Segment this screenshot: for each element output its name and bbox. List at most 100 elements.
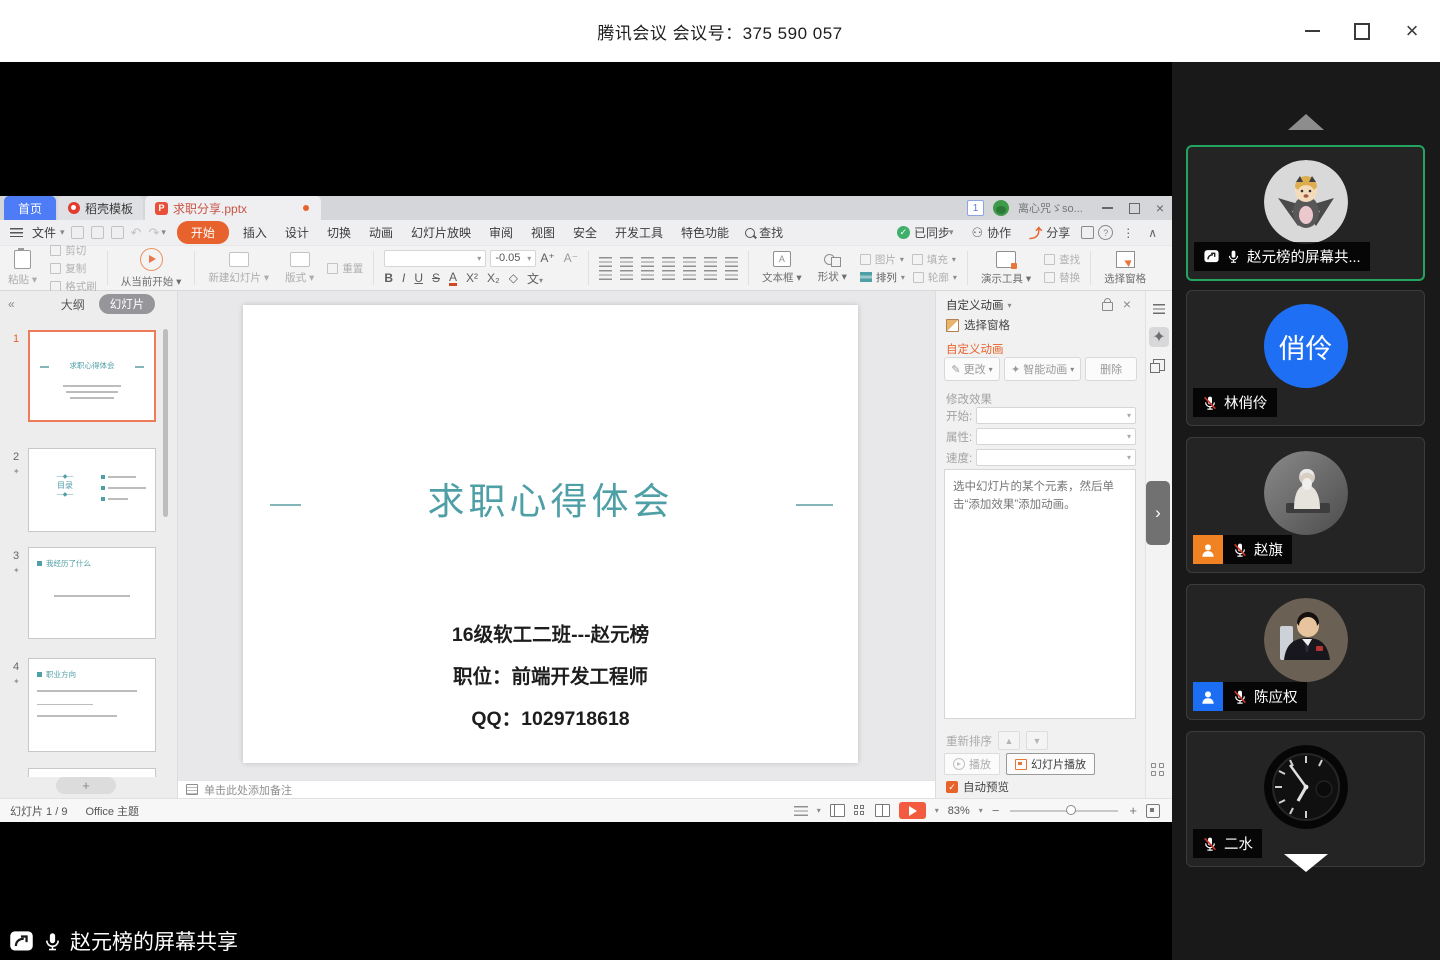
- new-slide-button[interactable]: 新建幻灯片: [200, 252, 277, 285]
- distribute-icon[interactable]: [683, 270, 696, 280]
- participant-tile[interactable]: 陈应权: [1186, 584, 1425, 720]
- message-badge[interactable]: 1: [967, 200, 984, 216]
- smart-animation-button[interactable]: ✦ 智能动画: [1004, 357, 1081, 381]
- auto-preview-checkbox[interactable]: ✓: [946, 781, 958, 793]
- new-tab-button[interactable]: [321, 196, 349, 220]
- move-down-button[interactable]: ▼: [1026, 731, 1048, 750]
- font-size-select[interactable]: -0.05: [490, 250, 536, 267]
- animation-list-box[interactable]: 选中幻灯片的某个元素，然后单击“添加效果”添加动画。: [944, 469, 1136, 719]
- zoom-slider[interactable]: [1010, 810, 1118, 812]
- underline-icon[interactable]: U: [414, 271, 423, 285]
- panel-icon[interactable]: [1081, 226, 1094, 239]
- menu-design[interactable]: 设计: [276, 224, 318, 241]
- font-name-select[interactable]: [384, 250, 486, 267]
- menu-icon[interactable]: [10, 228, 23, 237]
- minimize-button[interactable]: [1304, 23, 1320, 39]
- delete-animation-button[interactable]: 删除: [1085, 357, 1137, 381]
- present-tools-button[interactable]: 演示工具: [973, 251, 1039, 286]
- outline-button[interactable]: 轮廓: [913, 270, 957, 285]
- cut-button[interactable]: 剪切: [50, 243, 97, 258]
- align-center-icon[interactable]: [620, 270, 633, 280]
- participant-tile[interactable]: 俏伶 林俏伶: [1186, 290, 1425, 426]
- bold-icon[interactable]: B: [384, 271, 393, 285]
- line-spacing-icon[interactable]: [704, 257, 717, 267]
- slide-subtitle-block[interactable]: 16级软工二班---赵元榜 职位：前端开发工程师 QQ：1029718618: [243, 618, 858, 731]
- bullets-icon[interactable]: [599, 257, 612, 267]
- menu-devtools[interactable]: 开发工具: [606, 224, 672, 241]
- menu-insert[interactable]: 插入: [234, 224, 276, 241]
- slide-5-thumbnail-partial[interactable]: [28, 768, 156, 777]
- object-properties-icon[interactable]: [1149, 299, 1169, 319]
- more-icon[interactable]: ⋮: [1117, 226, 1139, 240]
- menu-slideshow[interactable]: 幻灯片放映: [402, 224, 480, 241]
- align-left-icon[interactable]: [599, 270, 612, 280]
- selection-pane-row[interactable]: 选择窗格: [946, 317, 1010, 333]
- tab-docer[interactable]: 稻壳模板: [58, 196, 143, 220]
- menu-file[interactable]: 文件: [23, 224, 65, 241]
- slide-2-thumbnail[interactable]: —◆— 目录 —◆—: [28, 448, 156, 532]
- decrease-font-icon[interactable]: A⁻: [564, 251, 578, 265]
- reset-button[interactable]: 重置: [327, 261, 363, 276]
- wps-restore-icon[interactable]: [1129, 203, 1140, 214]
- menu-review[interactable]: 审阅: [480, 224, 522, 241]
- fit-slide-icon[interactable]: [1146, 804, 1160, 818]
- increase-indent-icon[interactable]: [662, 257, 675, 267]
- beautify-grid-icon[interactable]: [1151, 763, 1165, 777]
- theme-name[interactable]: Office 主题: [85, 803, 139, 819]
- menu-start-tab[interactable]: 开始: [177, 221, 229, 244]
- notes-bar[interactable]: 单击此处添加备注: [178, 780, 935, 798]
- outline-tab[interactable]: 大纲: [61, 296, 85, 313]
- arrange-button[interactable]: 排列: [860, 270, 905, 285]
- slide-3-thumbnail[interactable]: 我经历了什么: [28, 547, 156, 639]
- menu-animation[interactable]: 动画: [360, 224, 402, 241]
- custom-animation-section-title[interactable]: 自定义动画: [946, 341, 1004, 357]
- move-up-button[interactable]: ▲: [998, 731, 1020, 750]
- close-panel-icon[interactable]: [1123, 296, 1131, 312]
- expand-pane-button[interactable]: ›: [1146, 481, 1170, 545]
- account-avatar[interactable]: [993, 200, 1009, 216]
- zoom-in-icon[interactable]: +: [1129, 803, 1137, 818]
- picture-button[interactable]: 图片: [860, 252, 904, 267]
- quick-access-caret-icon[interactable]: [161, 227, 166, 238]
- property-select[interactable]: [976, 428, 1136, 445]
- superscript-icon[interactable]: X²: [466, 271, 478, 285]
- participant-tile[interactable]: 二水: [1186, 731, 1425, 867]
- play-options-caret-icon[interactable]: [935, 806, 939, 815]
- decrease-indent-icon[interactable]: [641, 257, 654, 267]
- add-slide-button[interactable]: +: [56, 777, 116, 794]
- increase-font-icon[interactable]: A⁺: [540, 251, 554, 265]
- vertical-align-icon[interactable]: [704, 270, 717, 280]
- maximize-button[interactable]: [1354, 23, 1370, 39]
- tab-home[interactable]: 首页: [4, 196, 56, 220]
- notes-toggle-icon[interactable]: [794, 806, 808, 816]
- menu-features[interactable]: 特色功能: [672, 224, 738, 241]
- scroll-down-icon[interactable]: [1284, 854, 1328, 872]
- slide-canvas[interactable]: 求职心得体会 16级软工二班---赵元榜 职位：前端开发工程师 QQ：10297…: [243, 305, 858, 763]
- play-button[interactable]: 播放: [944, 753, 1000, 775]
- start-select[interactable]: [976, 407, 1136, 424]
- slides-scrollbar[interactable]: [163, 329, 168, 517]
- text-direction-icon[interactable]: [683, 257, 696, 267]
- selection-pane-button[interactable]: 选择窗格: [1096, 251, 1154, 286]
- shape-button[interactable]: 形状: [810, 252, 855, 284]
- slide-title[interactable]: 求职心得体会: [243, 471, 858, 525]
- subscript-icon[interactable]: X₂: [487, 271, 500, 285]
- close-button[interactable]: ×: [1404, 23, 1420, 39]
- slides-tab[interactable]: 幻灯片: [99, 294, 156, 314]
- account-name[interactable]: 离心咒ゞso...: [1018, 200, 1083, 216]
- zoom-knob[interactable]: [1066, 805, 1076, 815]
- collaborate-button[interactable]: ⚇协作: [965, 224, 1019, 241]
- wps-close-icon[interactable]: ×: [1156, 201, 1164, 215]
- change-animation-button[interactable]: ✎ 更改: [944, 357, 1000, 381]
- font-color-icon[interactable]: A: [449, 271, 457, 286]
- wps-minimize-icon[interactable]: [1102, 207, 1113, 209]
- menu-find[interactable]: 查找: [738, 224, 790, 241]
- numbering-icon[interactable]: [620, 257, 633, 267]
- selection-pane-strip-icon[interactable]: [1149, 355, 1169, 375]
- panel-caret-icon[interactable]: [1008, 301, 1012, 310]
- align-right-icon[interactable]: [641, 270, 654, 280]
- slide-1-thumbnail[interactable]: 求职心得体会: [28, 330, 156, 422]
- auto-preview-row[interactable]: ✓自动预览: [946, 779, 1009, 795]
- tab-document[interactable]: P求职分享.pptx: [145, 196, 321, 220]
- print-icon[interactable]: [91, 226, 104, 239]
